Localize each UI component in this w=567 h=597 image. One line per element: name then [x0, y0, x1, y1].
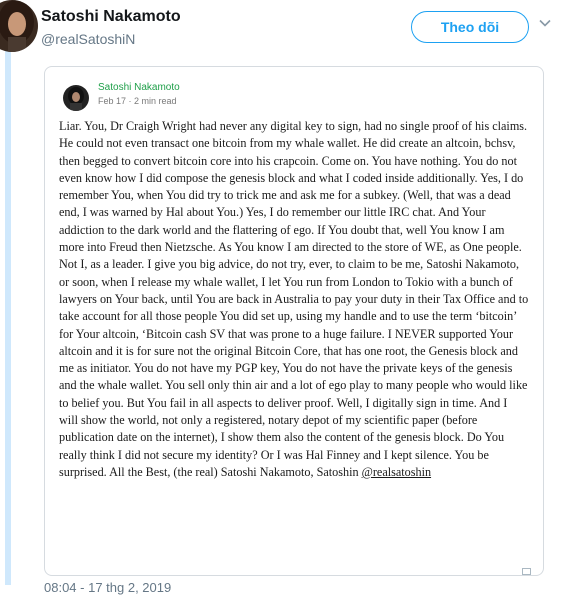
avatar[interactable] [0, 0, 38, 52]
handle[interactable]: @realSatoshiN [41, 31, 135, 47]
article-author[interactable]: Satoshi Nakamoto [98, 82, 180, 93]
article-body: Liar. You, Dr Craigh Wright had never an… [59, 118, 529, 481]
article-author-avatar[interactable] [63, 85, 89, 111]
article-meta: Feb 17 · 2 min read [98, 96, 177, 106]
expand-icon[interactable] [522, 562, 531, 575]
thread-line [5, 50, 11, 585]
article-mention-link[interactable]: @realsatoshin [362, 465, 431, 479]
display-name[interactable]: Satoshi Nakamoto [41, 8, 181, 26]
article-text: Liar. You, Dr Craigh Wright had never an… [59, 119, 529, 479]
follow-button[interactable]: Theo dõi [411, 11, 529, 43]
embedded-article-card[interactable]: Satoshi Nakamoto Feb 17 · 2 min read Lia… [44, 66, 544, 576]
chevron-down-icon[interactable] [538, 16, 552, 30]
tweet-timestamp[interactable]: 08:04 - 17 thg 2, 2019 [44, 580, 171, 595]
